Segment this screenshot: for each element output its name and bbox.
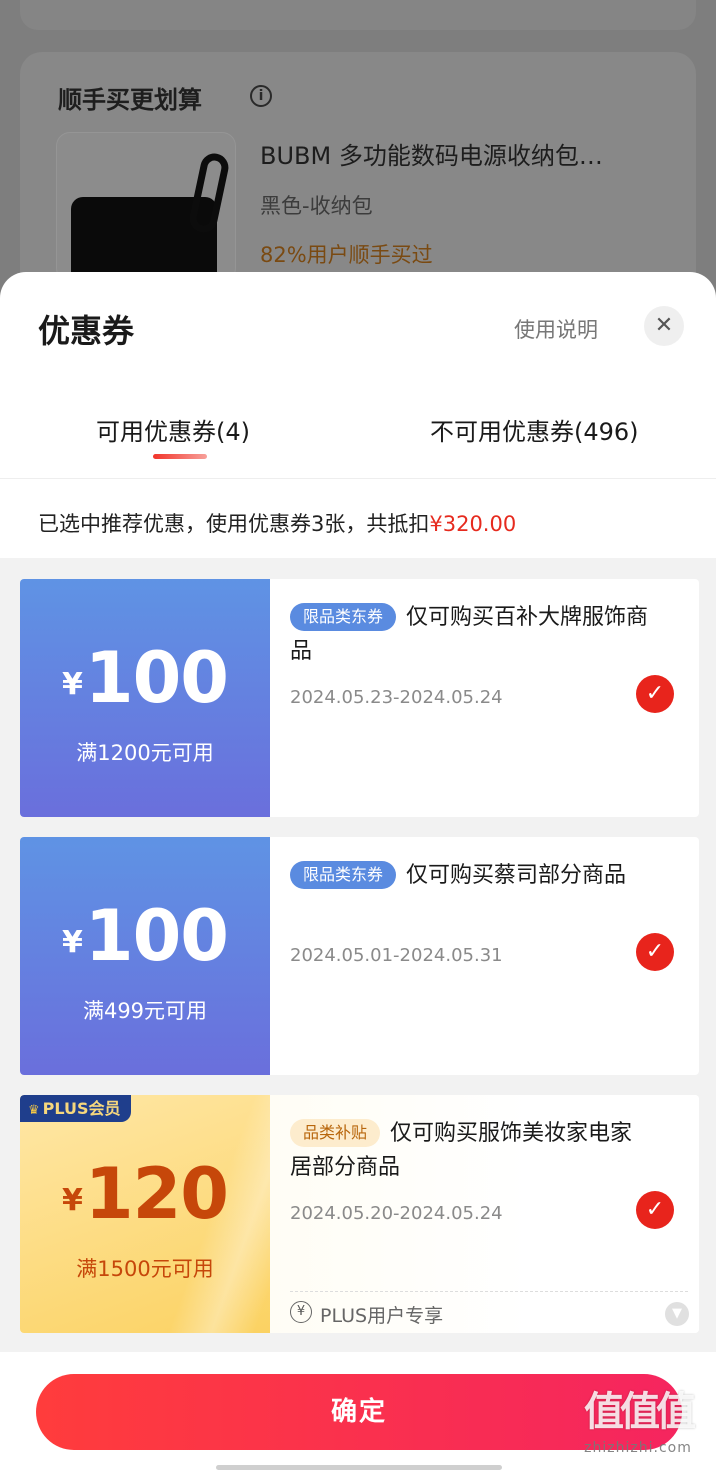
close-icon[interactable]: ✕	[644, 306, 684, 346]
sheet-title: 优惠券	[38, 312, 135, 350]
tab-divider	[0, 478, 716, 479]
usage-instructions-link[interactable]: 使用说明	[514, 314, 598, 344]
background-top-card	[20, 0, 696, 30]
background-section-title: 顺手买更划算	[58, 86, 202, 114]
coupon-condition: 满1200元可用	[76, 741, 214, 765]
currency-symbol: ¥	[62, 925, 83, 960]
coupon-details: 限品类东券 仅可购买蔡司部分商品 2024.05.01-2024.05.31 ✓	[270, 837, 699, 1075]
background-product-variant: 黑色-收纳包	[260, 194, 373, 218]
home-indicator[interactable]	[216, 1465, 502, 1470]
coupon-description: 品类补贴 仅可购买服饰美妆家电家居部分商品	[290, 1117, 650, 1185]
coupon-card[interactable]: ♛ PLUS会员 ¥120 满1500元可用 品类补贴 仅可购买服饰美妆家电家居部分…	[20, 1095, 699, 1333]
crown-icon: ♛	[28, 1103, 40, 1118]
info-icon: i	[250, 85, 272, 107]
coupon-card[interactable]: ¥100 满1200元可用 限品类东券 仅可购买百补大牌服饰商品 2024.05.…	[20, 579, 699, 817]
plus-badge-label: PLUS会员	[42, 1099, 121, 1118]
check-icon[interactable]: ✓	[636, 1191, 674, 1229]
plus-member-badge: ♛ PLUS会员	[20, 1095, 131, 1122]
summary-text: 已选中推荐优惠，使用优惠券3张，共抵扣	[38, 512, 430, 536]
coupon-amount: ¥120	[20, 1153, 270, 1235]
coupon-description-text: 仅可购买蔡司部分商品	[406, 863, 627, 888]
coupon-tag: 限品类东券	[290, 603, 397, 631]
coupon-value-panel: ¥100 满1200元可用	[20, 579, 270, 817]
coupon-card[interactable]: ¥100 满499元可用 限品类东券 仅可购买蔡司部分商品 2024.05.01-…	[20, 837, 699, 1075]
currency-symbol: ¥	[62, 1183, 83, 1218]
tab-unavailable-coupons[interactable]: 不可用优惠券(496)	[430, 412, 639, 447]
coupon-amount-value: 120	[84, 1153, 229, 1235]
background-page: 顺手买更划算 i BUBM 多功能数码电源收纳包… 黑色-收纳包 82%用户顺手…	[0, 0, 716, 312]
check-icon[interactable]: ✓	[636, 675, 674, 713]
coupon-validity-dates: 2024.05.20-2024.05.24	[290, 1203, 503, 1224]
coupon-value-panel: ¥100 满499元可用	[20, 837, 270, 1075]
background-product-hint: 82%用户顺手买过	[260, 243, 433, 267]
yuan-icon: ¥	[290, 1301, 312, 1323]
coupon-condition: 满499元可用	[82, 999, 208, 1023]
coupon-condition: 满1500元可用	[76, 1257, 214, 1281]
coupon-divider	[290, 1291, 688, 1292]
summary-amount: ¥320.00	[429, 512, 517, 536]
coupon-value-panel: ♛ PLUS会员 ¥120 满1500元可用	[20, 1095, 340, 1333]
coupon-amount-value: 100	[84, 895, 229, 977]
coupon-amount-value: 100	[84, 637, 229, 719]
discount-summary: 已选中推荐优惠，使用优惠券3张，共抵扣¥320.00	[38, 508, 516, 538]
plus-exclusive-note: PLUS用户专享	[320, 1305, 444, 1327]
watermark-domain: zhizhizhi.com	[584, 1440, 692, 1456]
watermark-main: 值值值	[584, 1389, 696, 1435]
coupon-tag: 品类补贴	[290, 1119, 381, 1147]
coupon-validity-dates: 2024.05.01-2024.05.31	[290, 945, 503, 966]
coupon-description: 限品类东券 仅可购买百补大牌服饰商品	[290, 601, 650, 669]
coupon-details: 品类补贴 仅可购买服饰美妆家电家居部分商品 2024.05.20-2024.05.…	[270, 1095, 699, 1333]
watermark-logo: 值值值 zhizhizhi.com	[564, 1386, 712, 1456]
coupon-amount: ¥100	[20, 895, 270, 977]
product-thumbnail	[56, 132, 236, 282]
currency-symbol: ¥	[62, 667, 83, 702]
check-icon[interactable]: ✓	[636, 933, 674, 971]
background-product-title: BUBM 多功能数码电源收纳包…	[260, 142, 603, 170]
coupon-validity-dates: 2024.05.23-2024.05.24	[290, 687, 503, 708]
coupon-description: 限品类东券 仅可购买蔡司部分商品	[290, 859, 650, 893]
chevron-down-icon[interactable]: ▼	[665, 1302, 689, 1326]
coupon-amount: ¥100	[20, 637, 270, 719]
product-bag-strap	[186, 150, 232, 236]
coupon-details: 限品类东券 仅可购买百补大牌服饰商品 2024.05.23-2024.05.24 …	[270, 579, 699, 817]
coupon-sheet: 优惠券 使用说明 ✕ 可用优惠券(4) 不可用优惠券(496) 已选中推荐优惠，…	[0, 272, 716, 1472]
coupon-tag: 限品类东券	[290, 861, 397, 889]
active-tab-indicator	[153, 454, 207, 459]
tab-available-coupons[interactable]: 可用优惠券(4)	[96, 412, 250, 447]
